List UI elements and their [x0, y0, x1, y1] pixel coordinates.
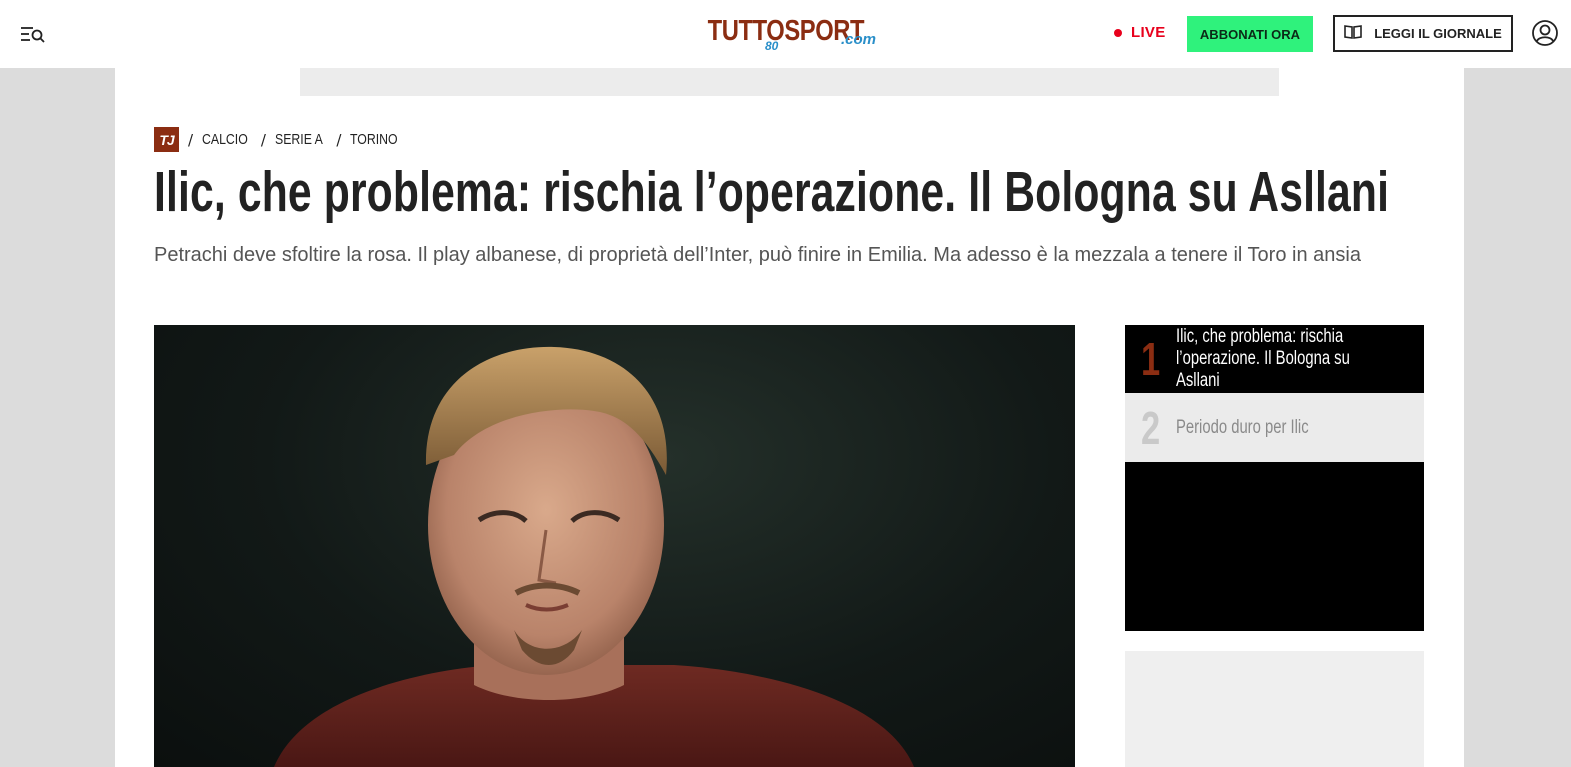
site-header: TUTTOSPORT 80 .com LIVE ABBONATI ORA LEG… [0, 0, 1571, 68]
live-label: LIVE [1131, 24, 1166, 41]
live-dot-icon [1114, 28, 1122, 37]
breadcrumb: TJ / CALCIO / SERIE A / TORINO [154, 127, 402, 152]
article-container: TJ / CALCIO / SERIE A / TORINO Ilic, che… [115, 68, 1464, 767]
breadcrumb-separator: / [260, 130, 266, 149]
related-item-1[interactable]: 1 Ilic, che problema: rischia l’operazio… [1125, 325, 1424, 393]
live-link[interactable]: LIVE [1114, 24, 1166, 41]
breadcrumb-separator: / [336, 130, 342, 149]
video-player[interactable] [1125, 462, 1424, 631]
breadcrumb-torino[interactable]: TORINO [350, 131, 398, 148]
book-icon [1344, 24, 1362, 43]
related-title: Ilic, che problema: rischia l’operazione… [1176, 326, 1351, 391]
menu-search-icon[interactable] [18, 22, 48, 48]
site-logo[interactable]: TUTTOSPORT 80 .com [706, 10, 876, 54]
user-icon[interactable] [1531, 19, 1559, 47]
breadcrumb-serie-a[interactable]: SERIE A [275, 131, 323, 148]
read-newspaper-button[interactable]: LEGGI IL GIORNALE [1333, 15, 1513, 52]
article-subtitle: Petrachi deve sfoltire la rosa. Il play … [154, 244, 1361, 266]
section-logo[interactable]: TJ [154, 127, 179, 152]
article-hero-image [154, 325, 1075, 767]
ad-sidebar [1125, 651, 1424, 767]
logo-badge: 80 [765, 39, 779, 53]
related-number: 1 [1141, 333, 1161, 385]
subscribe-button[interactable]: ABBONATI ORA [1187, 16, 1313, 52]
related-title: Periodo duro per Ilic [1176, 416, 1309, 438]
article-title: Ilic, che problema: rischia l’operazione… [154, 160, 1390, 224]
logo-suffix: .com [841, 31, 876, 48]
related-number: 2 [1141, 401, 1161, 454]
related-item-2[interactable]: 2 Periodo duro per Ilic [1125, 393, 1424, 462]
read-newspaper-label: LEGGI IL GIORNALE [1374, 26, 1502, 41]
ad-banner-top [300, 68, 1279, 96]
breadcrumb-calcio[interactable]: CALCIO [202, 131, 248, 148]
breadcrumb-separator: / [188, 130, 194, 149]
related-articles: 1 Ilic, che problema: rischia l’operazio… [1125, 325, 1424, 462]
